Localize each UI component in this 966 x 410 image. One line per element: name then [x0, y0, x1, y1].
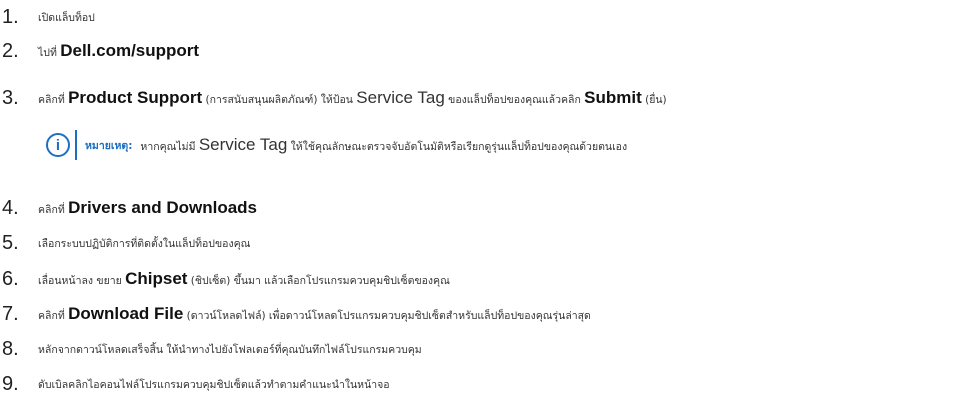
step-text-part: คลิกที่ [38, 204, 69, 216]
submit-text: Submit [584, 88, 642, 107]
step-number: 8. [2, 337, 19, 360]
step-text: คลิกที่ Drivers and Downloads [38, 198, 257, 218]
step-number: 4. [2, 196, 19, 219]
step-number: 6. [2, 267, 19, 290]
step-text-part: หลักจากดาวน์โหลดเสร็จสิ้น ให้นำทางไปยังโ… [38, 343, 422, 356]
step-number: 9. [2, 372, 19, 395]
step-text-part: (การสนับสนุนผลิตภัณฑ์) ให้ป้อน [202, 94, 357, 106]
step-text: หลักจากดาวน์โหลดเสร็จสิ้น ให้นำทางไปยังโ… [38, 341, 422, 358]
step-text-part: (ยื่น) [641, 94, 667, 106]
note-text-part: ให้ใช้คุณลักษณะตรวจจับอัตโนมัติหรือเรียก… [287, 141, 628, 153]
note-divider [75, 130, 77, 160]
step-text: เปิดแล็บท็อป [38, 9, 95, 26]
step-1: 1. เปิดแล็บท็อป [0, 5, 95, 29]
step-text-part: คลิกที่ [38, 310, 69, 322]
step-number: 2. [2, 39, 19, 62]
product-support-text: Product Support [68, 88, 203, 107]
step-text-part: ไปที่ [38, 47, 61, 59]
step-text-part: เลือกระบบปฏิบัติการที่ติดตั้งในแล็ปท็อปข… [38, 237, 251, 250]
note-callout: i หมายเหตุ: หากคุณไม่มี Service Tag ให้ใ… [46, 130, 627, 160]
service-tag-text: Service Tag [356, 88, 445, 107]
step-9: 9. ดับเบิลคลิกไอคอนไฟล์โปรแกรมควบคุมชิปเ… [0, 372, 390, 396]
info-icon: i [46, 133, 70, 157]
chipset-text: Chipset [125, 269, 188, 288]
step-7: 7. คลิกที่ Download File (ดาวน์โหลดไฟล์)… [0, 302, 591, 326]
step-3: 3. คลิกที่ Product Support (การสนับสนุนผ… [0, 86, 667, 110]
step-text-part: (ชิปเซ็ต) ขึ้นมา แล้วเลือกโปรแกรมควบคุมช… [187, 275, 450, 287]
download-file-text: Download File [68, 304, 184, 323]
step-text-part: เปิดแล็บท็อป [38, 11, 95, 24]
support-url-text: Dell.com/support [60, 41, 200, 60]
step-text: ดับเบิลคลิกไอคอนไฟล์โปรแกรมควบคุมชิปเซ็ต… [38, 376, 390, 393]
step-5: 5. เลือกระบบปฏิบัติการที่ติดตั้งในแล็ปท็… [0, 231, 250, 255]
step-text: เลื่อนหน้าลง ขยาย Chipset (ชิปเซ็ต) ขึ้น… [38, 269, 450, 289]
step-text: คลิกที่ Download File (ดาวน์โหลดไฟล์) เพ… [38, 304, 591, 324]
step-4: 4. คลิกที่ Drivers and Downloads [0, 196, 257, 220]
step-text-part: (ดาวน์โหลดไฟล์) เพื่อดาวน์โหลดโปรแกรมควบ… [183, 310, 591, 322]
drivers-downloads-text: Drivers and Downloads [68, 198, 258, 217]
step-8: 8. หลักจากดาวน์โหลดเสร็จสิ้น ให้นำทางไปย… [0, 337, 422, 361]
step-text-part: คลิกที่ [38, 94, 69, 106]
note-text: หากคุณไม่มี Service Tag ให้ใช้คุณลักษณะต… [140, 135, 627, 155]
step-text: คลิกที่ Product Support (การสนับสนุนผลิต… [38, 88, 667, 108]
step-number: 7. [2, 302, 19, 325]
step-2: 2. ไปที่ Dell.com/support [0, 39, 199, 63]
step-text-part: ของแล็ปท็อปของคุณแล้วคลิก [444, 94, 585, 106]
step-number: 3. [2, 86, 19, 109]
step-text-part: เลื่อนหน้าลง ขยาย [38, 275, 126, 287]
note-label: หมายเหตุ: [85, 139, 133, 152]
service-tag-text: Service Tag [198, 135, 288, 154]
note-text-part: หากคุณไม่มี [140, 141, 199, 153]
step-text-part: ดับเบิลคลิกไอคอนไฟล์โปรแกรมควบคุมชิปเซ็ต… [38, 378, 390, 391]
step-text: เลือกระบบปฏิบัติการที่ติดตั้งในแล็ปท็อปข… [38, 235, 250, 252]
step-6: 6. เลื่อนหน้าลง ขยาย Chipset (ชิปเซ็ต) ข… [0, 267, 450, 291]
step-number: 5. [2, 231, 19, 254]
step-text: ไปที่ Dell.com/support [38, 41, 199, 61]
step-number: 1. [2, 5, 19, 28]
